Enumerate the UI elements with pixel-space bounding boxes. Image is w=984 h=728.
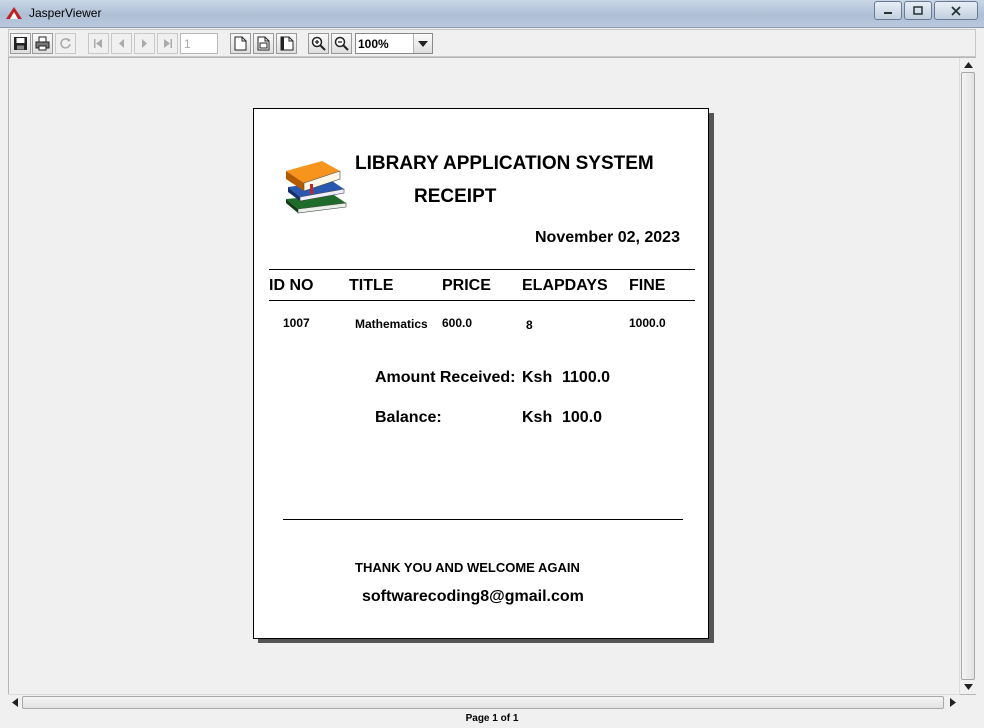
page-status: Page 1 of 1	[465, 713, 519, 724]
report-date: November 02, 2023	[535, 229, 680, 246]
scroll-right-button[interactable]	[946, 695, 960, 710]
close-icon	[951, 5, 961, 16]
zoom-level-value: 100%	[358, 37, 389, 51]
balance-value: 100.0	[562, 409, 603, 426]
viewer-toolbar: 100%	[8, 29, 976, 57]
zoom-dropdown-button[interactable]	[413, 34, 432, 53]
vertical-scroll-thumb[interactable]	[961, 72, 975, 680]
footer-rule	[283, 519, 683, 520]
maximize-button[interactable]	[904, 1, 932, 20]
chevron-down-icon	[418, 40, 428, 47]
column-header-fine: FINE	[629, 277, 666, 294]
row-fine: 1000.0	[629, 316, 666, 330]
column-header-elapdays: ELAPDAYS	[522, 277, 608, 294]
zoom-level-select[interactable]: 100%	[355, 33, 433, 54]
actual-size-button[interactable]	[230, 33, 251, 54]
arrow-up-icon	[963, 62, 973, 68]
page-number-input[interactable]	[180, 33, 218, 54]
amount-received-value: 1100.0	[562, 369, 611, 386]
amount-received-currency: Ksh	[522, 369, 553, 386]
row-title: Mathematics	[355, 317, 428, 331]
minimize-button[interactable]	[874, 1, 902, 20]
minimize-icon	[884, 11, 892, 14]
scroll-down-button[interactable]	[960, 680, 976, 694]
zoom-in-button[interactable]	[308, 33, 329, 54]
previous-page-icon	[119, 39, 124, 48]
save-icon	[14, 37, 27, 50]
fit-page-icon	[257, 36, 270, 51]
row-price: 600.0	[442, 316, 473, 330]
close-button[interactable]	[934, 1, 978, 20]
first-page-button[interactable]	[88, 33, 109, 54]
save-button[interactable]	[10, 33, 31, 54]
books-logo-icon	[286, 161, 347, 214]
amount-received-label: Amount Received:	[375, 369, 516, 386]
status-bar: Page 1 of 1	[0, 710, 984, 728]
scroll-up-button[interactable]	[960, 58, 976, 72]
fit-width-button[interactable]	[276, 33, 297, 54]
next-page-button[interactable]	[134, 33, 155, 54]
balance-currency: Ksh	[522, 409, 553, 426]
table-header-rule	[269, 300, 695, 301]
actual-size-icon	[234, 36, 247, 51]
row-id-no: 1007	[283, 316, 310, 330]
horizontal-scroll-thumb[interactable]	[22, 696, 944, 709]
report-page: LIBRARY APPLICATION SYSTEM RECEIPT Novem…	[253, 108, 709, 639]
contact-email: softwarecoding8@gmail.com	[362, 588, 584, 605]
last-page-button[interactable]	[157, 33, 178, 54]
column-header-price: PRICE	[442, 277, 491, 294]
fit-width-icon	[280, 36, 293, 51]
thank-you-message: THANK YOU AND WELCOME AGAIN	[355, 560, 580, 575]
column-header-id-no: ID NO	[269, 277, 314, 294]
zoom-in-icon	[311, 36, 326, 51]
column-header-title: TITLE	[349, 277, 394, 294]
arrow-right-icon	[950, 698, 956, 707]
window-title: JasperViewer	[29, 6, 102, 20]
maximize-icon	[913, 6, 923, 15]
horizontal-scrollbar[interactable]	[8, 694, 960, 710]
row-elapdays: 8	[526, 318, 533, 332]
vertical-scrollbar[interactable]	[959, 58, 976, 694]
previous-page-button[interactable]	[111, 33, 132, 54]
arrow-left-icon	[12, 698, 18, 707]
table-top-rule	[269, 269, 695, 270]
first-page-icon	[94, 39, 102, 48]
report-title: LIBRARY APPLICATION SYSTEM	[355, 153, 654, 174]
report-subtitle: RECEIPT	[414, 186, 497, 207]
zoom-out-button[interactable]	[331, 33, 352, 54]
balance-label: Balance:	[375, 409, 442, 426]
print-icon	[35, 36, 50, 51]
jasper-app-icon	[6, 7, 22, 19]
window-title-bar: JasperViewer	[0, 0, 984, 28]
arrow-down-icon	[963, 684, 973, 690]
scroll-left-button[interactable]	[8, 695, 22, 710]
next-page-icon	[142, 39, 147, 48]
zoom-out-icon	[334, 36, 349, 51]
last-page-icon	[164, 39, 172, 48]
reload-button[interactable]	[55, 33, 76, 54]
fit-page-button[interactable]	[253, 33, 274, 54]
print-button[interactable]	[32, 33, 53, 54]
reload-icon	[60, 38, 71, 49]
